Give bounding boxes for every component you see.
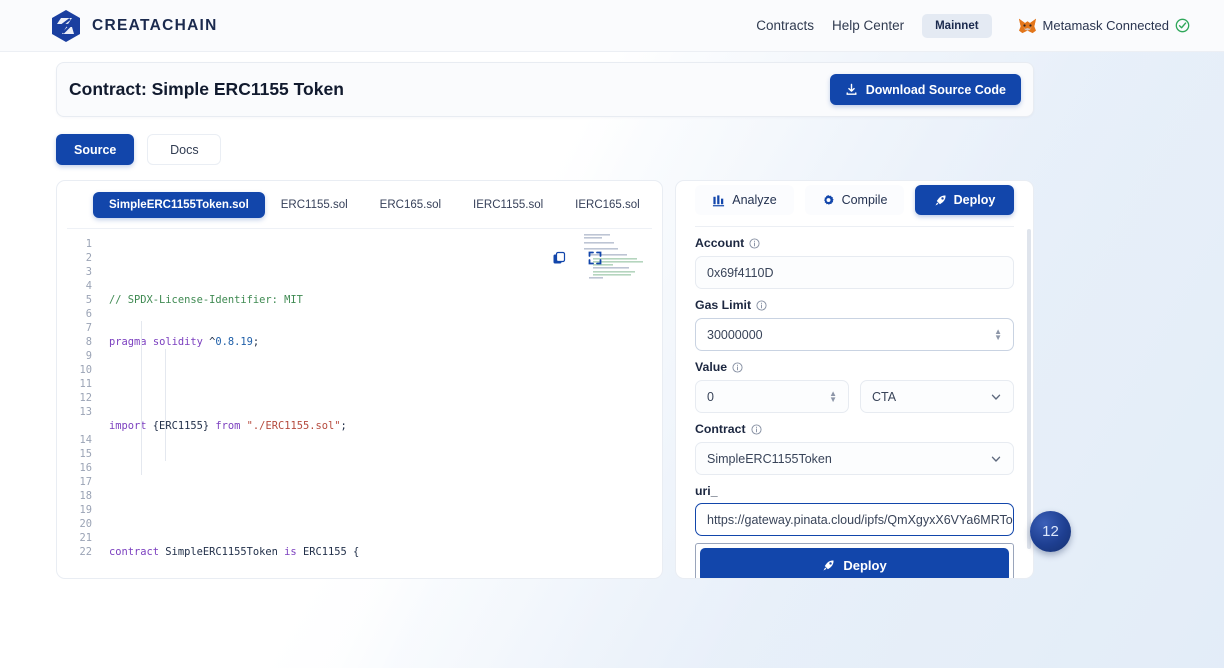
account-label-row: Account: [695, 236, 1014, 250]
copy-icon[interactable]: [552, 251, 566, 265]
analyze-icon: [713, 194, 725, 206]
uri-field-group: uri_ https://gateway.pinata.cloud/ipfs/Q…: [695, 484, 1014, 536]
download-source-code-label: Download Source Code: [865, 82, 1006, 97]
compile-label: Compile: [841, 193, 888, 207]
file-tab-erc1155[interactable]: ERC1155.sol: [265, 192, 364, 218]
header-nav: Contracts Help Center Mainnet Metamask C…: [756, 13, 1190, 38]
code-text: // SPDX-License-Identifier: MIT pragma s…: [109, 294, 360, 558]
rocket-icon: [935, 194, 946, 206]
contract-select-value: SimpleERC1155Token: [707, 451, 832, 466]
metamask-fox-icon: [1018, 18, 1036, 34]
deploy-panel-scrollbar[interactable]: [1027, 229, 1031, 549]
account-field-group: Account 0x69f4110D: [695, 236, 1014, 289]
code-editor[interactable]: 123456 7 8 9 10 11 12 13 14 15 16 17 18 19 20 21 22 …: [67, 228, 652, 561]
gas-limit-value: 30000000: [707, 327, 763, 342]
account-label: Account: [695, 236, 745, 250]
value-label: Value: [695, 360, 728, 374]
deploy-form: Analyze Compile Deploy Account 0x69f4110…: [676, 181, 1033, 578]
file-tab-bar: SimpleERC1155Token.sol ERC1155.sol ERC16…: [57, 181, 662, 228]
check-circle-icon: [1175, 18, 1190, 33]
gas-limit-field-group: Gas Limit 30000000 ▲ ▼: [695, 298, 1014, 351]
deploy-panel-card: Analyze Compile Deploy Account 0x69f4110…: [675, 180, 1034, 579]
info-icon[interactable]: [732, 361, 743, 373]
download-source-code-button[interactable]: Download Source Code: [829, 74, 1021, 105]
gas-limit-stepper[interactable]: ▲ ▼: [994, 327, 1002, 341]
action-button-row: Analyze Compile Deploy: [695, 181, 1014, 215]
uri-label: uri_: [695, 484, 718, 498]
gas-limit-label: Gas Limit: [695, 298, 752, 312]
value-input: 0: [707, 389, 714, 404]
contract-title-card: Contract: Simple ERC1155 Token Download …: [56, 62, 1034, 117]
brand-name: CREATACHAIN: [92, 16, 218, 34]
gas-limit-input-wrapper[interactable]: 30000000 ▲ ▼: [695, 318, 1014, 351]
contract-select[interactable]: SimpleERC1155Token: [695, 442, 1014, 475]
nav-item-contracts[interactable]: Contracts: [756, 18, 814, 33]
value-stepper[interactable]: ▲ ▼: [829, 389, 837, 403]
step-badge[interactable]: 12: [1030, 511, 1071, 552]
top-header: CREATACHAIN Contracts Help Center Mainne…: [0, 0, 1224, 52]
chevron-right-icon[interactable]: ›: [658, 197, 663, 212]
editor-tools: [552, 251, 602, 265]
value-unit-select[interactable]: CTA: [860, 380, 1014, 413]
analyze-label: Analyze: [732, 193, 777, 207]
value-row: 0 ▲ ▼ CTA: [695, 380, 1014, 413]
info-icon[interactable]: [756, 299, 767, 311]
deploy-submit-label: Deploy: [843, 557, 887, 573]
tab-source[interactable]: Source: [56, 134, 135, 165]
value-label-row: Value: [695, 360, 1014, 374]
brand-logo-group[interactable]: CREATACHAIN: [50, 9, 218, 43]
value-field-group: Value 0 ▲ ▼ CTA: [695, 360, 1014, 413]
download-icon: [846, 83, 857, 95]
file-tab-ierc1155[interactable]: IERC1155.sol: [457, 192, 559, 218]
page-title: Contract: Simple ERC1155 Token: [69, 79, 344, 99]
contract-field-group: Contract SimpleERC1155Token: [695, 422, 1014, 475]
deploy-submit-button[interactable]: Deploy: [700, 548, 1009, 578]
expand-icon[interactable]: [588, 251, 602, 265]
file-tab-ierc165[interactable]: IERC165.sol: [559, 192, 656, 218]
nav-item-help-center[interactable]: Help Center: [832, 18, 904, 33]
contract-label-row: Contract: [695, 422, 1014, 436]
value-input-wrapper[interactable]: 0 ▲ ▼: [695, 380, 849, 413]
chevron-down-icon: [991, 394, 1001, 400]
creatachain-logo-icon: [52, 9, 80, 42]
network-badge[interactable]: Mainnet: [922, 13, 992, 38]
uri-input[interactable]: https://gateway.pinata.cloud/ipfs/QmXgyx…: [695, 503, 1014, 536]
gear-icon: [823, 194, 834, 205]
analyze-button[interactable]: Analyze: [695, 185, 794, 215]
gas-limit-label-row: Gas Limit: [695, 298, 1014, 312]
account-input[interactable]: 0x69f4110D: [695, 256, 1014, 289]
chevron-down-icon: [991, 456, 1001, 462]
code-content-area[interactable]: 123456 7 8 9 10 11 12 13 14 15 16 17 18 19 20 21 22 …: [67, 229, 652, 561]
info-icon[interactable]: [751, 423, 762, 435]
file-tab-erc165[interactable]: ERC165.sol: [364, 192, 457, 218]
info-icon[interactable]: [749, 237, 760, 249]
deploy-tab-button[interactable]: Deploy: [915, 185, 1014, 215]
wallet-status[interactable]: Metamask Connected: [1018, 17, 1190, 34]
file-tab-simpleerc1155token[interactable]: SimpleERC1155Token.sol: [93, 191, 265, 218]
panel-divider: [695, 226, 1014, 227]
line-number-gutter: 123456 7 8 9 10 11 12 13 14 15 16 17 18 19 20 21 22: [79, 238, 92, 558]
source-code-card: SimpleERC1155Token.sol ERC1155.sol ERC16…: [56, 180, 663, 579]
compile-button[interactable]: Compile: [805, 185, 904, 215]
deploy-tab-label: Deploy: [953, 193, 996, 207]
contract-label: Contract: [695, 422, 746, 436]
tab-docs[interactable]: Docs: [147, 134, 222, 165]
value-unit-label: CTA: [872, 389, 897, 404]
deploy-button-wrapper: Deploy: [695, 543, 1014, 578]
rocket-icon: [823, 559, 834, 571]
main-tabs: Source Docs: [56, 134, 222, 165]
wallet-label: Metamask Connected: [1042, 18, 1169, 33]
